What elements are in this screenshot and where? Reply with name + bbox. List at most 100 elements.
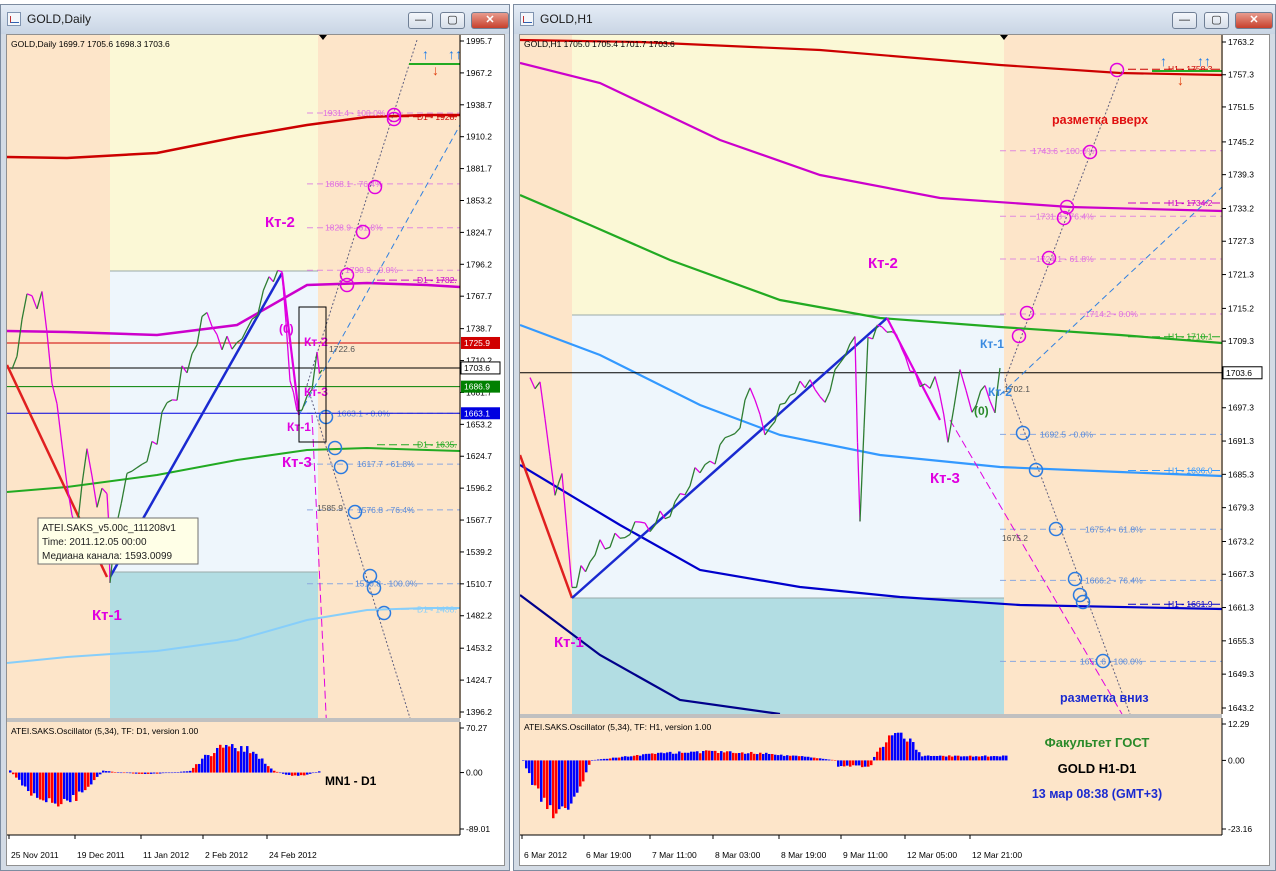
oscillator-bar: [687, 752, 690, 761]
time-tick-label: 19 Dec 2011: [77, 850, 125, 860]
oscillator-bar: [765, 752, 768, 761]
oscillator-bar: [294, 772, 297, 776]
price-tick-label: 1727.3: [1228, 236, 1254, 246]
oscillator-bar: [660, 752, 663, 761]
arrow-up-icon: ↑: [1160, 53, 1167, 69]
oscillator-bar: [876, 751, 879, 761]
oscillator-bar: [729, 751, 732, 761]
middle-zone: [572, 315, 1004, 598]
oscillator-bar: [717, 752, 720, 761]
price-tick-label: 1995.7: [466, 36, 492, 46]
osc-tick-label: -89.01: [466, 824, 490, 834]
oscillator-bar: [261, 758, 264, 773]
oscillator-bar: [534, 760, 537, 786]
oscillator-bar: [663, 753, 666, 761]
osc-tick-label: -23.16: [1228, 824, 1252, 834]
chart-area[interactable]: 1931.4 - 100.0% 1868.1 - 76.4% 1828.9 - 61…: [6, 34, 505, 866]
oscillator-bar: [747, 753, 750, 761]
oscillator-bar: [96, 772, 99, 777]
tooltip-line: ATEI.SAKS_v5.00c_111208v1: [42, 523, 176, 534]
oscillator-bar: [750, 751, 753, 761]
oscillator-bar: [69, 772, 72, 803]
fib-level-label: 1692.5 - 0.0%: [1040, 429, 1093, 439]
wave-label: Кт-3: [304, 385, 328, 399]
oscillator-bar: [183, 771, 186, 773]
price-tick-label: 1596.2: [466, 483, 492, 493]
oscillator-bar: [990, 756, 993, 761]
oscillator-bar: [48, 772, 51, 799]
oscillator-bar: [1002, 755, 1005, 761]
oscillator-bar: [525, 760, 528, 769]
ma-level-label: D1 - 1488.: [417, 604, 457, 614]
oscillator-bar: [813, 757, 816, 761]
oscillator-bar: [180, 771, 183, 773]
maximize-button[interactable]: ▢: [440, 12, 465, 29]
fib-level-label: 1931.4 - 100.0%: [323, 108, 386, 118]
chart-window-icon: [520, 12, 534, 26]
fib-level-label: 1576.8 - 76.4%: [357, 505, 415, 515]
fib-level-label: 1828.9 - 61.8%: [325, 223, 383, 233]
price-tick-label: 1649.3: [1228, 669, 1254, 679]
oscillator-bar: [12, 772, 15, 775]
oscillator-bar: [264, 763, 267, 773]
oscillator-bar: [309, 772, 312, 774]
oscillator-bar: [693, 751, 696, 761]
oscillator-bar: [561, 760, 564, 807]
oscillator-bar: [588, 760, 591, 765]
price-tick-label: 1763.2: [1228, 37, 1254, 47]
oscillator-bar: [198, 763, 201, 773]
fib-level-label: 1675.4 - 61.8%: [1085, 524, 1143, 534]
oscillator-bar: [555, 760, 558, 814]
price-tick-label: 1653.2: [466, 419, 492, 429]
oscillator-bar: [108, 771, 111, 773]
price-segment: [886, 331, 893, 333]
close-button[interactable]: ✕: [1235, 12, 1273, 29]
price-tick-label: 1567.7: [466, 515, 492, 525]
maximize-button[interactable]: ▢: [1204, 12, 1229, 29]
oscillator-bar: [960, 756, 963, 761]
oscillator-bar: [546, 760, 549, 810]
oscillator-bar: [789, 755, 792, 761]
oscillator-bar: [846, 760, 849, 766]
oscillator-bar: [240, 746, 243, 773]
oscillator-bar: [111, 771, 114, 773]
oscillator-bar: [795, 755, 798, 761]
wave-label-zero: (0): [974, 404, 989, 418]
titlebar[interactable]: GOLD,Daily — ▢ ✕: [1, 5, 509, 34]
oscillator-bar: [891, 735, 894, 761]
price-tick-label: 1745.2: [1228, 137, 1254, 147]
oscillator-bar: [987, 756, 990, 761]
wave-label-kt2: Кт-2: [265, 214, 295, 231]
oscillator-bar: [855, 760, 858, 766]
chart-area[interactable]: 1743.6 - 100.0% 1731.8 - 76.4% 1724.1 - 61…: [519, 34, 1270, 866]
chart-canvas[interactable]: 1743.6 - 100.0%1731.8 - 76.4%1724.1 - 61…: [520, 35, 1269, 865]
price-tick-label: 1679.3: [1228, 503, 1254, 513]
titlebar[interactable]: GOLD,H1 — ▢ ✕: [514, 5, 1275, 34]
oscillator-bar: [702, 751, 705, 761]
oscillator-bar: [39, 772, 42, 800]
oscillator-bar: [708, 750, 711, 761]
oscillator-bar: [297, 772, 300, 776]
oscillator-bar: [816, 758, 819, 761]
oscillator-bar: [102, 770, 105, 773]
ma-level-label: D1 - 1635.: [417, 440, 457, 450]
oscillator-bar: [933, 755, 936, 761]
close-button[interactable]: ✕: [471, 12, 509, 29]
oscillator-bar: [918, 752, 921, 761]
minimize-button[interactable]: —: [1172, 12, 1197, 29]
oscillator-bar: [858, 760, 861, 766]
oscillator-bar: [57, 772, 60, 807]
oscillator-bar: [927, 755, 930, 761]
oscillator-bar: [804, 756, 807, 761]
oscillator-bar: [720, 751, 723, 761]
oscillator-bar: [609, 758, 612, 761]
ma-level-label: H1 - 1661.9: [1168, 599, 1213, 609]
oscillator-bar: [630, 756, 633, 761]
minimize-button[interactable]: —: [408, 12, 433, 29]
chart-canvas[interactable]: 1931.4 - 100.0%1868.1 - 76.4%1828.9 - 61…: [7, 35, 504, 865]
oscillator-bar: [150, 772, 153, 774]
oscillator-bar: [900, 732, 903, 761]
fib-level-label: 1714.2 - 0.0%: [1085, 309, 1138, 319]
lower-zone: [110, 572, 318, 718]
oscillator-bar: [831, 759, 834, 761]
